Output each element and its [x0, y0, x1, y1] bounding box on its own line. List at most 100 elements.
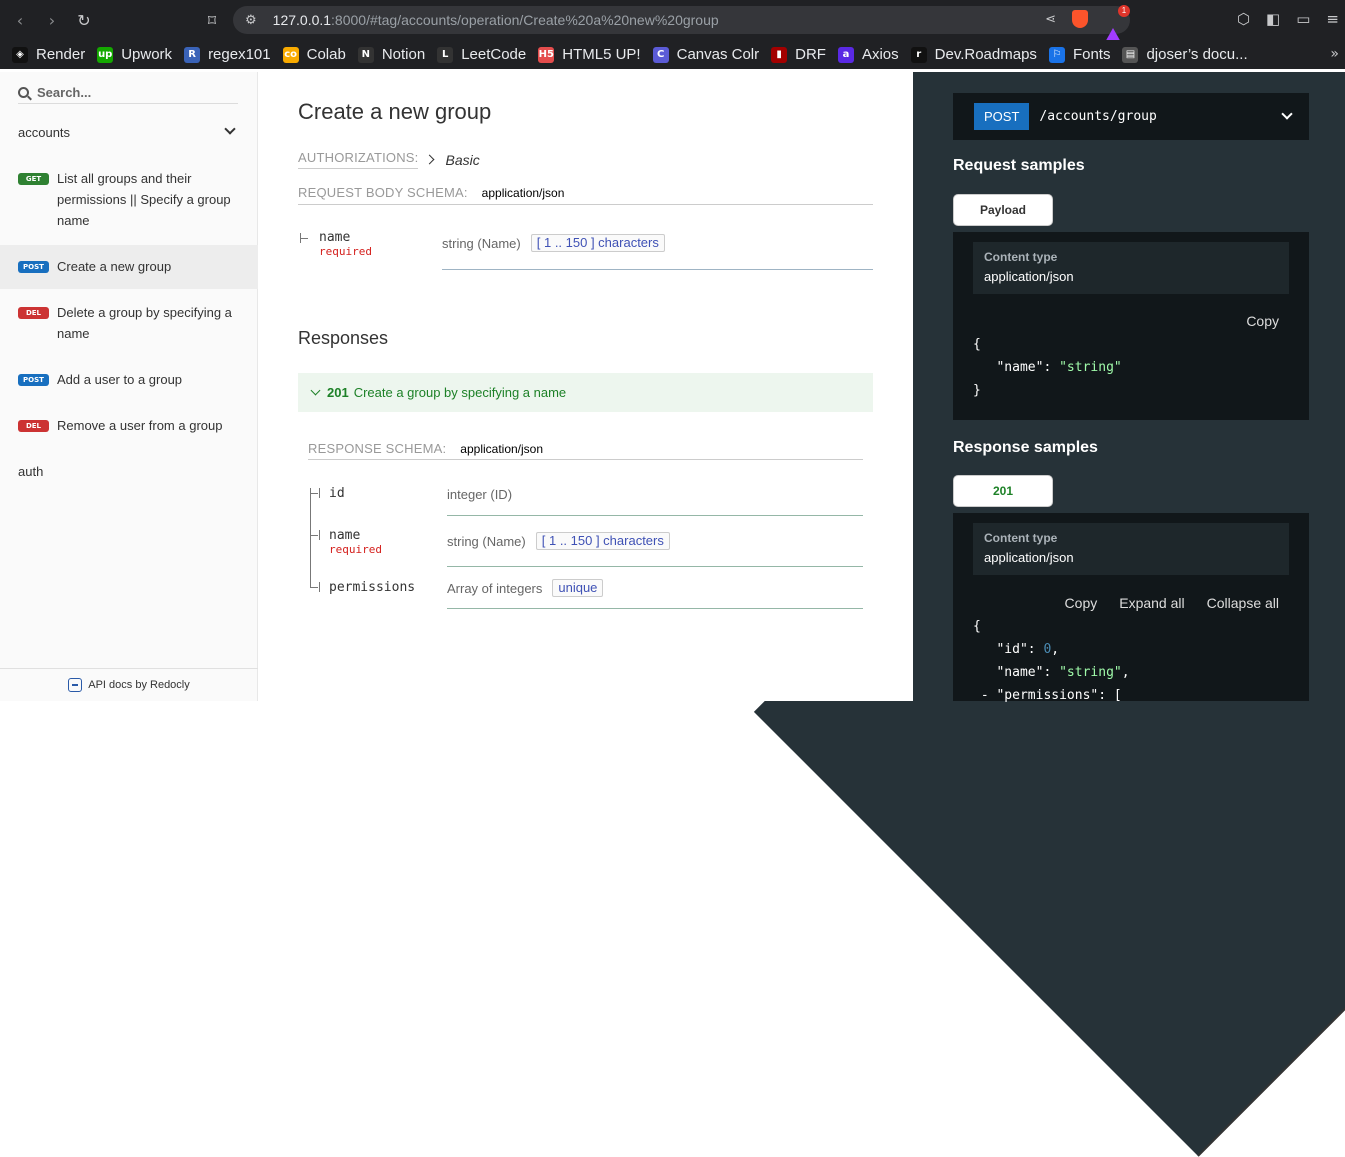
bookmark-label: Render: [36, 46, 86, 63]
back-icon[interactable]: ‹: [4, 11, 36, 30]
bookmark-icon[interactable]: ⌑: [196, 11, 228, 30]
address-bar[interactable]: ⚙ 127.0.0.1:8000/#tag/accounts/operation…: [233, 5, 1130, 44]
menu-icon[interactable]: ≡: [1326, 10, 1339, 28]
method-badge: DEL: [18, 420, 49, 432]
bookmark-favicon-icon: ◈: [12, 46, 28, 63]
bookmark-favicon-icon: ⚐: [1048, 46, 1065, 63]
code-string: "string": [1059, 360, 1122, 375]
sidebar-group-auth[interactable]: auth: [0, 406, 1345, 1157]
share-icon[interactable]: ⋖: [1045, 12, 1056, 27]
response-code-sample: { "id": 0, "name": "string", - "permissi…: [973, 619, 1130, 703]
endpoint-toggle[interactable]: POST /accounts/group: [953, 93, 1309, 140]
tree-connector: [319, 582, 320, 592]
endpoint-path: /accounts/group: [1039, 109, 1157, 124]
bookmark-item[interactable]: Rregex101: [184, 46, 271, 63]
url-text[interactable]: 127.0.0.1:8000/#tag/accounts/operation/C…: [273, 12, 719, 28]
bookmark-item[interactable]: C Canvas Colr: [652, 46, 760, 63]
authorizations-label[interactable]: AUTHORIZATIONS:: [298, 150, 419, 169]
sidebar-item-remove-user[interactable]: DEL Remove a user from a group: [0, 415, 258, 436]
redocly-footer[interactable]: API docs by Redocly: [0, 668, 258, 701]
tab-201[interactable]: 201: [953, 475, 1053, 507]
code-key: "name": [996, 360, 1044, 375]
sidebar-item-list-groups[interactable]: GET List all groups and their permission…: [0, 168, 258, 231]
brave-rewards-icon[interactable]: 1: [1104, 5, 1130, 44]
sidebar-toggle-icon[interactable]: ◧: [1266, 10, 1280, 28]
rewards-badge: 1: [1118, 5, 1130, 17]
bookmark-item[interactable]: co Colab: [282, 46, 346, 63]
content-type-label: Content type: [984, 531, 1058, 545]
field-type-label: string (Name): [442, 235, 521, 251]
bookmark-item[interactable]: ▮ DRF: [771, 46, 826, 63]
sidebar-item-delete-group[interactable]: DEL Delete a group by specifying a name: [0, 302, 258, 344]
tab-payload[interactable]: Payload: [953, 194, 1053, 226]
bookmark-favicon-icon: N: [357, 46, 374, 63]
forward-icon[interactable]: ›: [36, 11, 68, 30]
bookmark-favicon-icon: r: [910, 46, 927, 63]
main-content: Create a new group AUTHORIZATIONS: Basic…: [258, 72, 913, 701]
sidebar-item-create-group[interactable]: POST Create a new group: [0, 245, 258, 289]
request-schema-type: application/json: [481, 186, 565, 200]
sidebar-item-label: Remove a user from a group: [57, 418, 223, 433]
response-schema-header: RESPONSE SCHEMA: application/json: [308, 441, 863, 460]
responses-title: Responses: [298, 328, 389, 348]
bookmark-item[interactable]: ▤ djoser’s docu...: [1122, 46, 1248, 63]
bookmark-label: Dev.Roadmaps: [934, 46, 1037, 63]
sidebar-item-label: Create a new group: [57, 259, 172, 274]
bookmark-label: djoser’s docu...: [1146, 46, 1248, 63]
bookmark-item[interactable]: H5 HTML5 UP!: [538, 46, 641, 63]
field-type-label: string (Name): [447, 533, 526, 549]
divider: [447, 608, 863, 609]
method-badge: POST: [18, 261, 49, 273]
bookmark-item[interactable]: r Dev.Roadmaps: [910, 46, 1037, 63]
code-key: "id": [996, 642, 1028, 657]
response-201-toggle[interactable]: 201 Create a group by specifying a name: [298, 373, 873, 412]
constraint-badge: [ 1 .. 150 ] characters: [535, 532, 670, 550]
response-code: 201: [327, 385, 349, 400]
request-field-name: name required: [319, 230, 372, 258]
bookmark-item[interactable]: ⚐ Fonts: [1048, 46, 1111, 63]
sidebar-item-add-user[interactable]: POST Add a user to a group: [0, 369, 258, 390]
brave-shields-icon[interactable]: [1072, 10, 1088, 28]
field-type: Array of integers unique: [447, 579, 604, 597]
divider: [442, 269, 873, 270]
bookmark-item[interactable]: L LeetCode: [437, 46, 526, 63]
reload-icon[interactable]: ↻: [68, 11, 100, 30]
code-actions: Copy Expand all Collapse all: [1065, 595, 1279, 611]
copy-button[interactable]: Copy: [1246, 313, 1279, 329]
bookmark-label: LeetCode: [461, 46, 527, 63]
sidebar-item-label: Delete a group by specifying a name: [57, 305, 232, 341]
bookmark-favicon-icon: C: [652, 46, 669, 63]
bookmarks-overflow-icon[interactable]: »: [1330, 46, 1339, 62]
collapse-all-button[interactable]: Collapse all: [1207, 595, 1279, 611]
bookmark-label: Fonts: [1072, 46, 1111, 63]
field-name: id: [329, 486, 345, 501]
content-type-box: Content type application/json: [973, 242, 1289, 294]
divider: [447, 566, 863, 567]
chevron-down-icon: [1281, 108, 1293, 120]
expand-all-button[interactable]: Expand all: [1119, 595, 1184, 611]
chevron-down-icon: [224, 123, 236, 135]
bookmarks-bar: ◈ Render up Upwork Rregex101 co Colab N Notion L L…: [0, 40, 1345, 69]
bookmark-item[interactable]: ◈ Render: [12, 46, 85, 63]
sidebar-item-label: Add a user to a group: [57, 372, 183, 387]
bookmark-favicon-icon: up: [97, 46, 114, 63]
bookmark-item[interactable]: up Upwork: [97, 46, 172, 63]
wallet-icon[interactable]: ▭: [1296, 10, 1310, 28]
extensions-icon[interactable]: ⬡: [1237, 10, 1250, 28]
bookmark-favicon-icon: H5: [538, 46, 555, 63]
bookmark-favicon-icon: ▮: [771, 46, 788, 63]
bookmark-label: Canvas Colr: [676, 46, 760, 63]
sidebar-group-accounts[interactable]: accounts: [0, 120, 258, 144]
chevron-right-icon[interactable]: [425, 154, 435, 165]
request-code-sample: { "name": "string" }: [973, 337, 1122, 398]
site-info-icon[interactable]: ⚙: [245, 13, 257, 28]
search-input[interactable]: [37, 85, 227, 100]
method-badge: POST: [974, 103, 1030, 130]
tree-connector: [319, 530, 320, 540]
tree-connector: [310, 488, 311, 588]
bookmark-item[interactable]: a Axios: [837, 46, 899, 63]
copy-button[interactable]: Copy: [1065, 595, 1098, 611]
bookmark-item[interactable]: N Notion: [357, 46, 425, 63]
search-box: [18, 82, 238, 104]
bookmark-favicon-icon: L: [437, 46, 454, 63]
